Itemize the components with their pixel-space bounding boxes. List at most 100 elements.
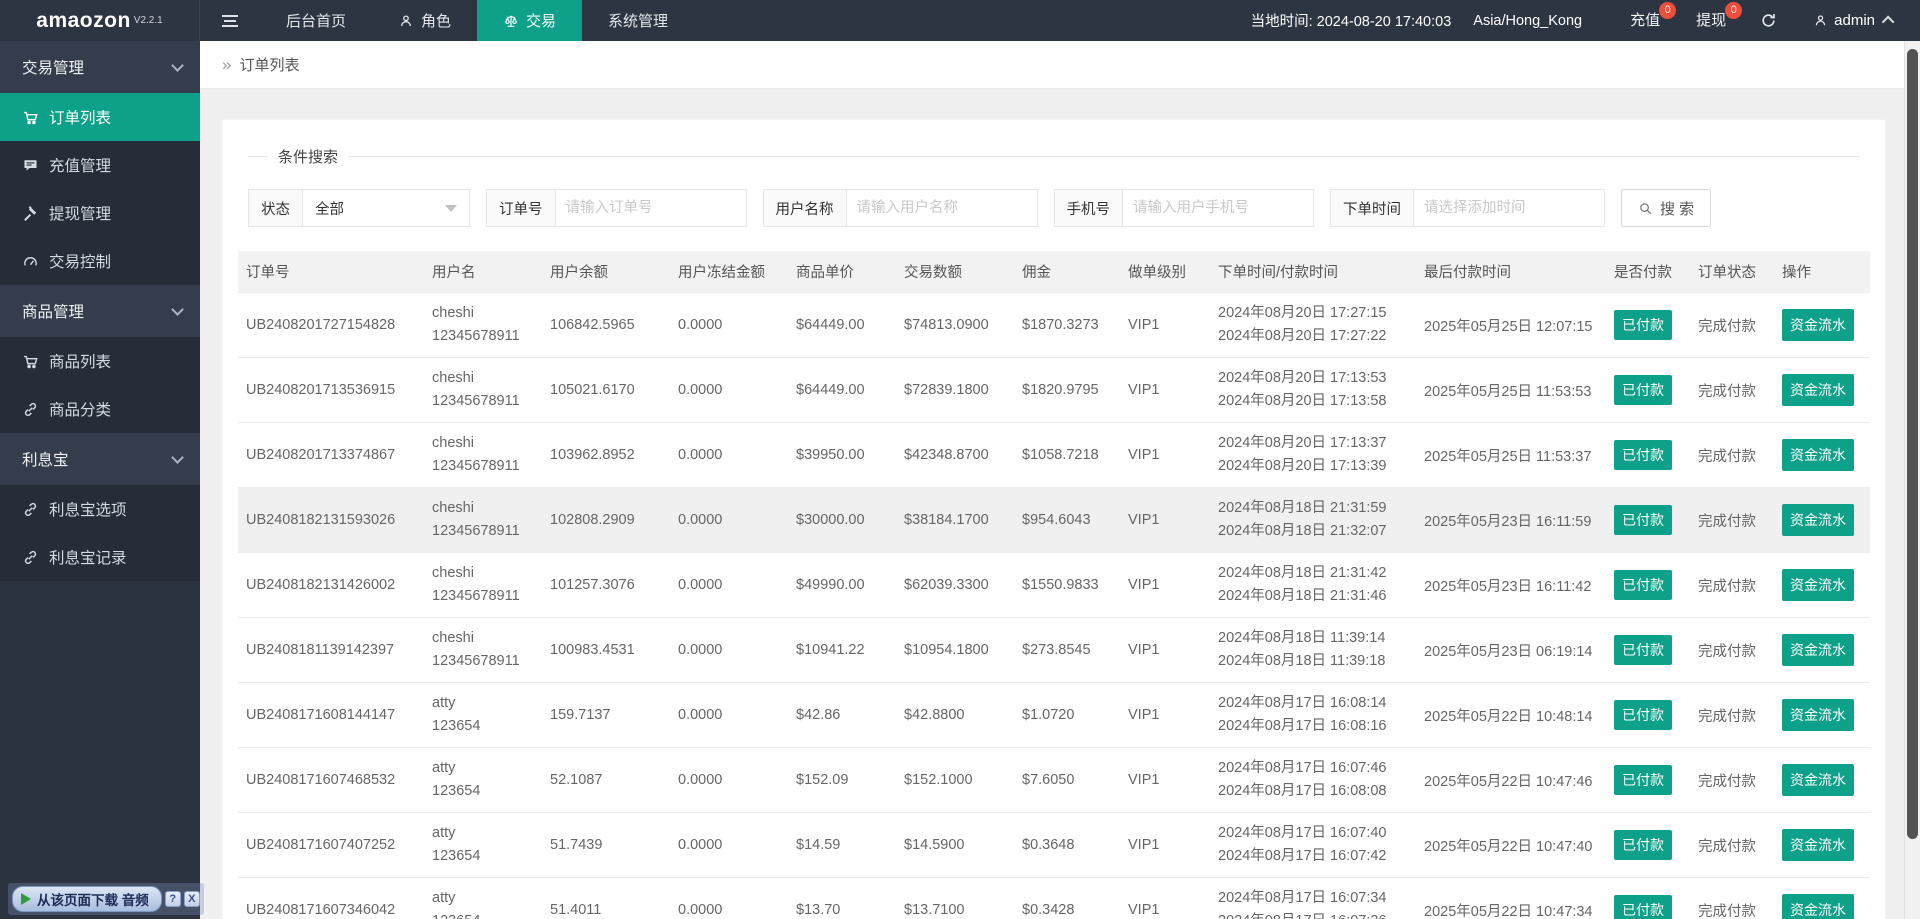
- amount-cell: $38184.1700: [896, 487, 1014, 553]
- level-cell: VIP1: [1120, 422, 1210, 488]
- admin-menu[interactable]: admin: [1793, 12, 1902, 29]
- order-no-cell: UB2408201713536915: [238, 357, 424, 423]
- sidebar-item-label: 订单列表: [49, 110, 112, 127]
- order-status-cell: 完成付款: [1690, 357, 1774, 423]
- page-scrollbar[interactable]: [1904, 41, 1920, 919]
- paid-cell: 已付款: [1606, 747, 1690, 813]
- order-time-input[interactable]: [1413, 189, 1605, 227]
- refresh-icon[interactable]: [1744, 12, 1793, 29]
- nav-item-system[interactable]: 系统管理: [582, 0, 694, 41]
- hamburger-icon[interactable]: [200, 0, 260, 41]
- fund-flow-button[interactable]: 资金流水: [1782, 699, 1854, 731]
- fund-flow-button[interactable]: 资金流水: [1782, 374, 1854, 406]
- frozen-cell: 0.0000: [670, 877, 788, 919]
- sidebar-item-interest-records[interactable]: 利息宝记录: [0, 533, 200, 581]
- status-select[interactable]: 全部: [302, 189, 470, 227]
- order-pay-time-cell: 2024年08月20日 17:13:37 2024年08月20日 17:13:39: [1210, 422, 1416, 488]
- action-cell: 资金流水: [1774, 617, 1870, 683]
- sidebar-item-withdraw-management[interactable]: 提现管理: [0, 189, 200, 237]
- search-button[interactable]: 搜 索: [1621, 189, 1712, 227]
- logo-version: V2.2.1: [133, 15, 163, 26]
- order-pay-time-cell: 2024年08月18日 21:31:42 2024年08月18日 21:31:46: [1210, 552, 1416, 618]
- app-logo[interactable]: amaozon V2.2.1: [0, 0, 200, 41]
- last-pay-time-cell: 2025年05月25日 12:07:15: [1416, 292, 1606, 358]
- user-cell: atty123654: [424, 682, 542, 748]
- sidebar-item-product-category[interactable]: 商品分类: [0, 385, 200, 433]
- column-header: 用户名: [424, 251, 542, 293]
- username-input[interactable]: [845, 189, 1038, 227]
- level-cell: VIP1: [1120, 552, 1210, 618]
- logo-text: amaozon: [36, 8, 131, 32]
- recharge-nav-button[interactable]: 充值 0: [1612, 0, 1678, 41]
- order-no-cell: UB2408171607468532: [238, 747, 424, 813]
- breadcrumb-arrows-icon: »: [222, 54, 232, 74]
- phone-input[interactable]: [1122, 189, 1314, 227]
- sidebar-group-trade-management[interactable]: 交易管理: [0, 41, 200, 93]
- price-cell: $42.86: [788, 682, 896, 748]
- sidebar-group-interest-treasure[interactable]: 利息宝: [0, 433, 200, 485]
- column-header: 是否付款: [1606, 251, 1690, 293]
- chevron-up-icon: [1881, 15, 1895, 29]
- sidebar-item-product-list[interactable]: 商品列表: [0, 337, 200, 385]
- sidebar-item-interest-options[interactable]: 利息宝选项: [0, 485, 200, 533]
- order-no-input[interactable]: [554, 189, 747, 227]
- action-cell: 资金流水: [1774, 877, 1870, 919]
- fund-flow-button[interactable]: 资金流水: [1782, 504, 1854, 536]
- amount-cell: $74813.0900: [896, 292, 1014, 358]
- nav-item-trade[interactable]: 交易: [477, 0, 583, 41]
- column-header: 最后付款时间: [1416, 251, 1606, 293]
- withdraw-nav-button[interactable]: 提现 0: [1678, 0, 1744, 41]
- column-header: 订单状态: [1690, 251, 1774, 293]
- download-audio-button[interactable]: 从该页面下载 音频: [12, 886, 162, 912]
- sidebar-item-recharge-management[interactable]: 充值管理: [0, 141, 200, 189]
- fund-flow-button[interactable]: 资金流水: [1782, 894, 1854, 919]
- user-cell: cheshi 12345678911: [424, 422, 542, 488]
- paid-badge: 已付款: [1614, 310, 1672, 340]
- sidebar-item-order-list[interactable]: 订单列表: [0, 93, 200, 141]
- help-button[interactable]: ?: [164, 891, 181, 907]
- column-header: 交易数额: [896, 251, 1014, 293]
- amount-cell: $152.1000: [896, 747, 1014, 813]
- sidebar-group-product-management[interactable]: 商品管理: [0, 285, 200, 337]
- fund-flow-button[interactable]: 资金流水: [1782, 309, 1854, 341]
- action-cell: 资金流水: [1774, 292, 1870, 358]
- fund-flow-button[interactable]: 资金流水: [1782, 634, 1854, 666]
- chevron-down-icon: [171, 58, 184, 72]
- fund-flow-button[interactable]: 资金流水: [1782, 829, 1854, 861]
- order-time-filter: 下单时间: [1330, 189, 1605, 227]
- order-status-cell: 完成付款: [1690, 487, 1774, 553]
- order-list-card: 条件搜索 状态 全部 订单号 用户名称: [222, 119, 1886, 919]
- last-pay-time-cell: 2025年05月23日 06:19:14: [1416, 617, 1606, 683]
- amount-cell: $72839.1800: [896, 357, 1014, 423]
- price-cell: $64449.00: [788, 357, 896, 423]
- order-no-cell: UB2408182131593026: [238, 487, 424, 553]
- sidebar-item-trade-control[interactable]: 交易控制: [0, 237, 200, 285]
- gauge-icon: [22, 253, 39, 270]
- sidebar-item-label: 提现管理: [49, 206, 112, 223]
- amount-cell: $62039.3300: [896, 552, 1014, 618]
- level-cell: VIP1: [1120, 682, 1210, 748]
- fund-flow-button[interactable]: 资金流水: [1782, 569, 1854, 601]
- table-row: UB2408171607407252 atty 123654 51.7439 0.000…: [238, 812, 1870, 878]
- commission-cell: $1.0720: [1014, 682, 1120, 748]
- price-cell: $13.70: [788, 877, 896, 919]
- close-button[interactable]: X: [183, 891, 200, 907]
- nav-item-role[interactable]: 角色: [372, 0, 477, 41]
- orders-table: 订单号 用户名 用户余额 用户冻结金额 商品单价 交易数额 佣金 做单级别 下单时间/付款时间最…: [238, 251, 1870, 919]
- order-status-cell: 完成付款: [1690, 617, 1774, 683]
- order-no-cell: UB2408181139142397: [238, 617, 424, 683]
- nav-item-home[interactable]: 后台首页: [260, 0, 372, 41]
- level-cell: VIP1: [1120, 357, 1210, 423]
- user-cell: cheshi 12345678911: [424, 552, 542, 618]
- recharge-badge: 0: [1659, 2, 1677, 19]
- chevron-down-icon: [171, 302, 184, 316]
- fund-flow-button[interactable]: 资金流水: [1782, 439, 1854, 471]
- fund-flow-button[interactable]: 资金流水: [1782, 764, 1854, 796]
- order-status-cell: 完成付款: [1690, 292, 1774, 358]
- order-pay-time-cell: 2024年08月18日 21:31:59 2024年08月18日 21:32:07: [1210, 487, 1416, 553]
- balance-cell: 51.4011: [542, 877, 670, 919]
- scrollbar-thumb[interactable]: [1907, 49, 1918, 839]
- action-cell: 资金流水: [1774, 552, 1870, 618]
- last-pay-time-cell: 2025年05月22日 10:48:14: [1416, 682, 1606, 748]
- paid-cell: 已付款: [1606, 812, 1690, 878]
